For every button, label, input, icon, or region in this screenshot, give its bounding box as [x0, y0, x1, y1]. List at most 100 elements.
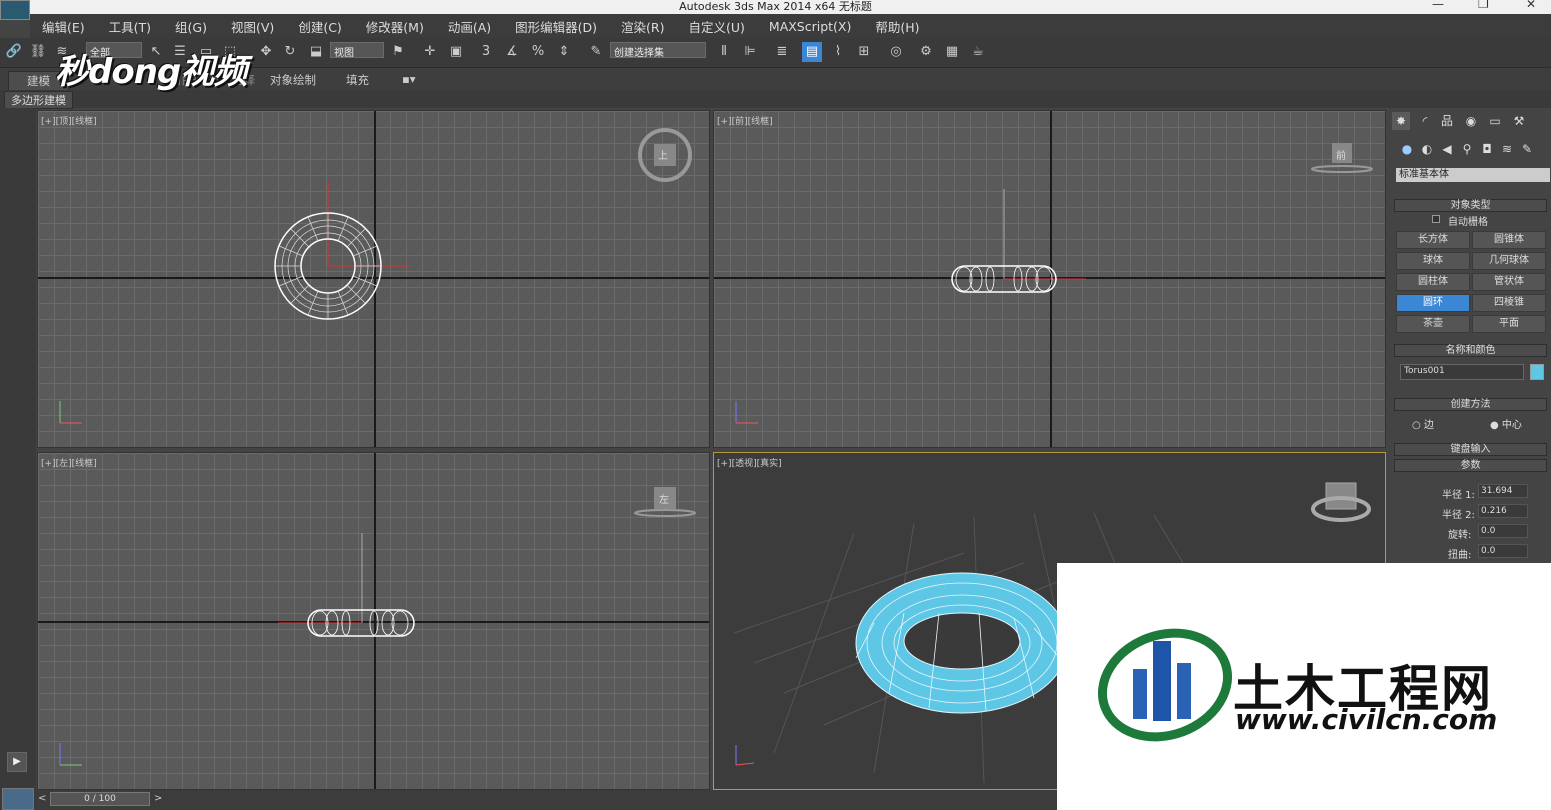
- ref-coord-dropdown[interactable]: 视图: [330, 42, 384, 59]
- tab-populate[interactable]: 填充: [346, 72, 369, 88]
- torus-front-wireframe[interactable]: [714, 111, 1386, 448]
- modify-tab-icon[interactable]: ◜: [1416, 112, 1434, 130]
- tab-object-paint[interactable]: 对象绘制: [270, 72, 316, 88]
- helpers-icon[interactable]: ◘: [1478, 140, 1496, 158]
- param-rotation-input[interactable]: 0.0: [1478, 524, 1528, 538]
- menu-group[interactable]: 组(G): [163, 17, 219, 36]
- ribbon-options-icon[interactable]: ▪▾: [402, 72, 416, 86]
- obj-pyramid-button[interactable]: 四棱锥: [1472, 294, 1546, 312]
- keyboard-shortcut-icon[interactable]: ▣: [446, 42, 466, 62]
- percent-snap-icon[interactable]: %: [528, 42, 548, 62]
- create-tab-icon[interactable]: ✸: [1392, 112, 1410, 130]
- menu-animation[interactable]: 动画(A): [436, 17, 503, 36]
- timeline-next-button[interactable]: >: [154, 793, 162, 804]
- utilities-tab-icon[interactable]: ⚒: [1510, 112, 1528, 130]
- angle-snap-icon[interactable]: ∡: [502, 42, 522, 62]
- hierarchy-tab-icon[interactable]: 品: [1438, 112, 1456, 130]
- select-manipulate-icon[interactable]: ✛: [420, 42, 440, 62]
- cameras-icon[interactable]: ⚲: [1458, 140, 1476, 158]
- link-icon[interactable]: 🔗: [4, 42, 24, 62]
- viewport-layout-icon[interactable]: [2, 788, 34, 810]
- minimize-button[interactable]: —: [1432, 0, 1444, 11]
- rollout-creation-method[interactable]: 创建方法: [1394, 398, 1547, 411]
- obj-box-button[interactable]: 长方体: [1396, 231, 1470, 249]
- menu-modifiers[interactable]: 修改器(M): [354, 17, 436, 36]
- creation-center-label: 中心: [1501, 420, 1522, 431]
- rollout-parameters[interactable]: 参数: [1394, 459, 1547, 472]
- polygon-modeling-panel[interactable]: 多边形建模: [4, 91, 73, 109]
- torus-top-wireframe[interactable]: [38, 111, 710, 448]
- object-name-input[interactable]: Torus001: [1400, 364, 1524, 380]
- time-slider[interactable]: 0 / 100: [50, 792, 150, 806]
- category-dropdown[interactable]: 标准基本体: [1396, 168, 1550, 182]
- shapes-icon[interactable]: ◐: [1418, 140, 1436, 158]
- obj-cylinder-button[interactable]: 圆柱体: [1396, 273, 1470, 291]
- graphite-toggle-icon[interactable]: ▤: [802, 42, 822, 62]
- spinner-snap-icon[interactable]: ⇕: [554, 42, 574, 62]
- timeline-prev-button[interactable]: <: [38, 793, 46, 804]
- rotate-icon[interactable]: ↻: [280, 42, 300, 62]
- torus-left-wireframe[interactable]: [38, 453, 710, 790]
- curve-editor-icon[interactable]: ⌇: [828, 42, 848, 62]
- display-tab-icon[interactable]: ▭: [1486, 112, 1504, 130]
- object-color-swatch[interactable]: [1530, 364, 1544, 380]
- menu-create[interactable]: 创建(C): [286, 17, 353, 36]
- param-twist-input[interactable]: 0.0: [1478, 544, 1528, 558]
- creation-center-radio[interactable]: ● 中心: [1490, 416, 1522, 431]
- obj-geosphere-button[interactable]: 几何球体: [1472, 252, 1546, 270]
- snap-toggle-icon[interactable]: 3: [476, 42, 496, 62]
- rendered-frame-icon[interactable]: ▦: [942, 42, 962, 62]
- render-setup-icon[interactable]: ⚙: [916, 42, 936, 62]
- mirror-icon[interactable]: ⫴: [714, 42, 734, 62]
- edit-named-sel-icon[interactable]: ✎: [586, 42, 606, 62]
- align-icon[interactable]: ⊫: [740, 42, 760, 62]
- obj-teapot-button[interactable]: 茶壶: [1396, 315, 1470, 333]
- obj-plane-button[interactable]: 平面: [1472, 315, 1546, 333]
- rollout-name-color[interactable]: 名称和颜色: [1394, 344, 1547, 357]
- geometry-icon[interactable]: ●: [1398, 140, 1416, 158]
- play-icon[interactable]: ▶: [7, 752, 27, 772]
- param-radius2-input[interactable]: 0.216: [1478, 504, 1528, 518]
- auto-grid-checkbox[interactable]: [1432, 215, 1440, 223]
- viewport-top[interactable]: [+][顶][线框] 上: [37, 110, 710, 448]
- menu-maxscript[interactable]: MAXScript(X): [757, 19, 863, 34]
- material-editor-icon[interactable]: ◎: [886, 42, 906, 62]
- creation-edge-radio[interactable]: ○ 边: [1412, 416, 1434, 431]
- menu-edit[interactable]: 编辑(E): [30, 17, 97, 36]
- motion-tab-icon[interactable]: ◉: [1462, 112, 1480, 130]
- obj-tube-button[interactable]: 管状体: [1472, 273, 1546, 291]
- obj-torus-button[interactable]: 圆环: [1396, 294, 1470, 312]
- obj-sphere-button[interactable]: 球体: [1396, 252, 1470, 270]
- close-button[interactable]: ✕: [1526, 0, 1536, 11]
- viewport-front[interactable]: [+][前][线框] 前: [713, 110, 1386, 448]
- unlink-icon[interactable]: ⛓: [28, 42, 48, 62]
- viewcube-front[interactable]: 前: [1336, 147, 1346, 162]
- systems-icon[interactable]: ✎: [1518, 140, 1536, 158]
- title-bar: Autodesk 3ds Max 2014 x64 无标题 — ❐ ✕: [0, 0, 1551, 14]
- param-radius1-input[interactable]: 31.694: [1478, 484, 1528, 498]
- named-selection-dropdown[interactable]: 创建选择集: [610, 42, 706, 59]
- scale-icon[interactable]: ⬓: [306, 42, 326, 62]
- viewport-left[interactable]: [+][左][线框] 左: [37, 452, 710, 790]
- menu-help[interactable]: 帮助(H): [863, 17, 931, 36]
- menu-customize[interactable]: 自定义(U): [677, 17, 757, 36]
- spacewarps-icon[interactable]: ≋: [1498, 140, 1516, 158]
- menu-tools[interactable]: 工具(T): [97, 17, 163, 36]
- restore-button[interactable]: ❐: [1478, 0, 1489, 11]
- move-icon[interactable]: ✥: [256, 42, 276, 62]
- render-icon[interactable]: ☕: [968, 42, 988, 62]
- app-menu-icon[interactable]: [0, 0, 30, 20]
- layer-manager-icon[interactable]: ≣: [772, 42, 792, 62]
- menu-rendering[interactable]: 渲染(R): [609, 17, 676, 36]
- menu-views[interactable]: 视图(V): [219, 17, 286, 36]
- pivot-icon[interactable]: ⚑: [388, 42, 408, 62]
- viewcube-top[interactable]: 上: [658, 147, 668, 162]
- schematic-view-icon[interactable]: ⊞: [854, 42, 874, 62]
- param-twist-label: 扭曲:: [1448, 550, 1472, 561]
- rollout-keyboard-entry[interactable]: 键盘输入: [1394, 443, 1547, 456]
- viewcube-left[interactable]: 左: [659, 491, 669, 506]
- lights-icon[interactable]: ◀: [1438, 140, 1456, 158]
- rollout-object-type[interactable]: 对象类型: [1394, 199, 1547, 212]
- menu-graph-editors[interactable]: 图形编辑器(D): [503, 17, 609, 36]
- obj-cone-button[interactable]: 圆锥体: [1472, 231, 1546, 249]
